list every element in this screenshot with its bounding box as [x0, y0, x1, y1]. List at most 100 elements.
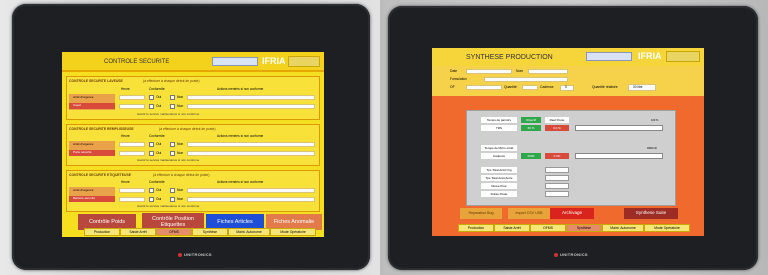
- nom-label: Nom: [516, 69, 524, 73]
- col-conformite: Conformite: [149, 180, 165, 184]
- left-device-brand: UNITRONICS: [178, 252, 212, 257]
- oui-label: Oui: [156, 188, 162, 192]
- time-input[interactable]: [119, 151, 145, 156]
- non-label: Non: [177, 104, 184, 108]
- quantite-realisee-label: Quantité réalisée: [592, 85, 618, 89]
- col-actions: Actions menées si non conforme: [217, 134, 264, 138]
- action-input[interactable]: [187, 142, 315, 147]
- left-header-title: CONTROLE SECURITE: [104, 59, 170, 65]
- non-checkbox[interactable]: [170, 104, 175, 109]
- date-label: Date: [450, 69, 458, 73]
- cadence-value: [560, 85, 574, 91]
- row-duree-poste: Durée Poste: [481, 191, 517, 197]
- date-input[interactable]: [466, 69, 512, 74]
- oui-label: Oui: [156, 151, 162, 155]
- non-checkbox[interactable]: [170, 188, 175, 193]
- tab-saisie-arret[interactable]: Saisie Arrêt: [120, 228, 156, 236]
- time-input[interactable]: [119, 104, 145, 109]
- col-heure: Heure: [121, 134, 130, 138]
- non-label: Non: [177, 95, 184, 99]
- trs-obj: 60 %: [521, 125, 541, 131]
- action-input[interactable]: [187, 95, 315, 100]
- left-header-nav[interactable]: [212, 57, 258, 66]
- right-screen: SYNTHESE PRODUCTION IFRIA Date Nom Formu…: [432, 48, 704, 236]
- tab-mode-operatoire[interactable]: Mode Opératoire: [644, 224, 690, 232]
- formulation-label: Formulation: [450, 77, 467, 81]
- non-checkbox[interactable]: [170, 197, 175, 202]
- tab-maint-autonome[interactable]: Maint. Autonome: [228, 228, 270, 236]
- row-label: Capot: [73, 103, 82, 107]
- section-laveuse: CONTROLE SECURITE LAVEUSE (à effectuer à…: [66, 76, 320, 120]
- oui-checkbox[interactable]: [149, 197, 154, 202]
- tab-ofms[interactable]: OFMS: [156, 228, 192, 236]
- left-brand-logo: IFRIA: [262, 56, 286, 66]
- cadence-real: 0.0/h: [545, 153, 569, 159]
- tab-mode-operatoire[interactable]: Mode Opératoire: [270, 228, 316, 236]
- synthese-suite-button[interactable]: Synthese Suite: [624, 208, 678, 219]
- tab-ofms[interactable]: OFMS: [530, 224, 566, 232]
- row-label: Arrêt d'urgence: [73, 188, 94, 192]
- tab-synthese[interactable]: Synthèse: [566, 224, 602, 232]
- tab-maint-autonome[interactable]: Maint. Autonome: [602, 224, 644, 232]
- time-input[interactable]: [119, 188, 145, 193]
- tab-saisie-arret[interactable]: Saisie Arrêt: [494, 224, 530, 232]
- non-label: Non: [177, 197, 184, 201]
- right-brand-logo: IFRIA: [638, 51, 662, 61]
- oui-checkbox[interactable]: [149, 142, 154, 147]
- section-title: CONTROLE SECURITE REMPLISSEUSE: [69, 127, 134, 131]
- val-cell: [545, 175, 569, 181]
- row-arret-autre: Tps Total Arrêt Autre: [481, 175, 517, 181]
- action-input[interactable]: [187, 151, 315, 156]
- action-input[interactable]: [187, 197, 315, 202]
- row-cadence: Cadence: [481, 153, 517, 159]
- archivage-button[interactable]: Archivage: [550, 208, 594, 219]
- tab-production[interactable]: Production: [458, 224, 494, 232]
- right-header-nav[interactable]: [586, 52, 632, 61]
- oui-checkbox[interactable]: [149, 188, 154, 193]
- section-footer: Avertir le service maintenance si non co…: [137, 112, 200, 116]
- oui-label: Oui: [156, 197, 162, 201]
- time-input[interactable]: [119, 197, 145, 202]
- synthese-table: Temps de parmtrs Objectif Réel Poste TRS…: [466, 110, 676, 206]
- of-input[interactable]: [466, 85, 502, 90]
- trs-real: 0.0 %: [545, 125, 569, 131]
- non-checkbox[interactable]: [170, 95, 175, 100]
- reparation-bug-button[interactable]: Reparation Bug: [460, 208, 502, 219]
- quantite-input[interactable]: [522, 85, 538, 90]
- non-label: Non: [177, 142, 184, 146]
- non-checkbox[interactable]: [170, 151, 175, 156]
- non-checkbox[interactable]: [170, 142, 175, 147]
- import-csv-button[interactable]: Import CSV USB: [508, 208, 550, 219]
- cadence-value-text: 0: [565, 85, 567, 89]
- right-header-title: SYNTHESE PRODUCTION: [466, 54, 553, 61]
- action-input[interactable]: [187, 104, 315, 109]
- col-conformite: Conformite: [149, 87, 165, 91]
- nom-input[interactable]: [528, 69, 568, 74]
- quantite-label: Quantité: [504, 85, 517, 89]
- trs-bar-label: 100 %: [651, 119, 659, 122]
- oui-checkbox[interactable]: [149, 151, 154, 156]
- row-label: Porte sécurité: [73, 150, 92, 154]
- time-input[interactable]: [119, 142, 145, 147]
- time-input[interactable]: [119, 95, 145, 100]
- formulation-input[interactable]: [484, 77, 568, 82]
- action-input[interactable]: [187, 188, 315, 193]
- tab-synthese[interactable]: Synthèse: [192, 228, 228, 236]
- oui-checkbox[interactable]: [149, 95, 154, 100]
- cadence-bar: [575, 153, 663, 159]
- row-trs: TRS: [481, 125, 517, 131]
- col-heure: Heure: [121, 87, 130, 91]
- tab-production[interactable]: Production: [84, 228, 120, 236]
- oui-checkbox[interactable]: [149, 104, 154, 109]
- qte-realisee-text: 00 litre: [633, 85, 643, 89]
- col-conformite: Conformite: [149, 134, 165, 138]
- row-micro-arret: Temps de Micro-Arrêt: [481, 145, 517, 151]
- right-brand-box: [666, 51, 700, 62]
- non-label: Non: [177, 151, 184, 155]
- oui-label: Oui: [156, 104, 162, 108]
- val-cell: [545, 191, 569, 197]
- section-title: CONTROLE SECURITE LAVEUSE: [69, 79, 123, 83]
- th-objectif: Objectif: [521, 117, 541, 123]
- row-label: Arrêt d'urgence: [73, 95, 94, 99]
- row-label: Arrêt d'urgence: [73, 142, 94, 146]
